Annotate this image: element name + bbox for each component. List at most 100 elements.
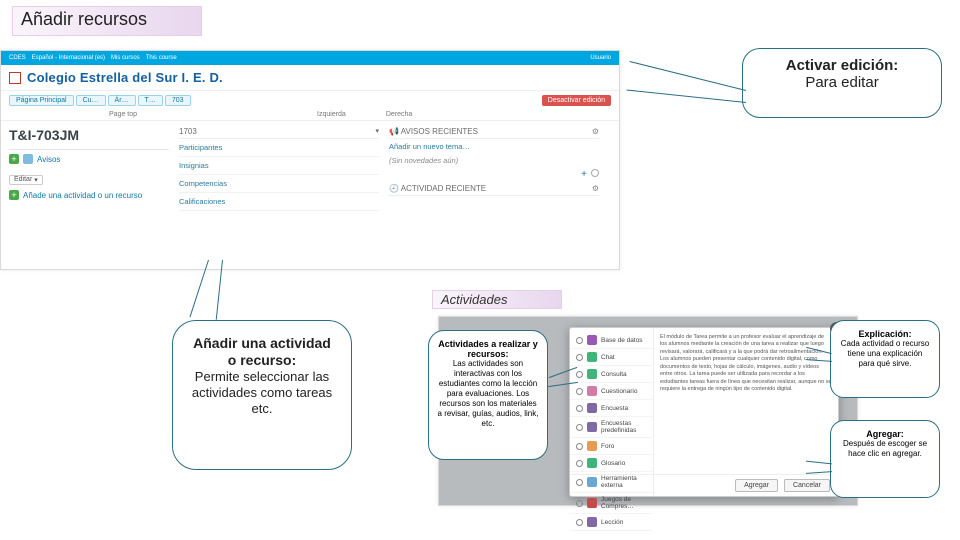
course-right-column: 📢 AVISOS RECIENTES ⚙ Añadir un nuevo tem… [389, 125, 599, 211]
agregar-button[interactable]: Agregar [735, 479, 778, 492]
activity-type-item[interactable]: Juegos de Compres… [570, 493, 653, 514]
slide-title: Añadir recursos [21, 9, 147, 29]
breadcrumb: Página Principal Cu… Ár… T… 703 [9, 95, 191, 106]
plus-icon[interactable]: + [581, 169, 587, 180]
plus-icon: + [9, 154, 19, 164]
activity-type-item[interactable]: Glosario [570, 455, 653, 472]
activity-label: Foro [601, 443, 614, 450]
course-left-column: T&I-703JM + Avisos Editar ▾ + Añade una … [9, 125, 169, 211]
block-add-row: + [389, 167, 599, 182]
brand-icon [9, 72, 21, 84]
activity-label: Lección [601, 519, 623, 526]
actividades-title: Actividades [432, 290, 562, 309]
editar-pill[interactable]: Editar ▾ [9, 175, 43, 185]
mid-item[interactable]: Competencias [179, 175, 379, 193]
callout-heading: Añadir una actividad o recurso: [189, 335, 335, 369]
radio-icon [576, 405, 583, 412]
mid-item[interactable]: Participantes [179, 139, 379, 157]
activity-label: Glosario [601, 460, 625, 467]
activity-icon [587, 403, 597, 413]
activity-icon [587, 386, 597, 396]
callout-body: Las actividades son interactivas con los… [437, 359, 539, 429]
radio-icon [576, 354, 583, 361]
activity-type-item[interactable]: Base de datos [570, 332, 653, 349]
gear-icon[interactable]: ⚙ [592, 184, 599, 193]
activity-label: Cuestionario [601, 388, 638, 395]
avisos-label: Avisos [37, 155, 60, 164]
right-head: 🕘 ACTIVIDAD RECIENTE ⚙ [389, 182, 599, 196]
plus-icon: + [9, 190, 19, 200]
desactivar-edicion-button[interactable]: Desactivar edición [542, 95, 611, 106]
activity-icon [587, 441, 597, 451]
course-mid-column: 1703▾ Participantes Insignias Competenci… [179, 125, 379, 211]
topbar-item[interactable]: Español - Internacional (es) [32, 55, 105, 61]
screenshot-moodle-course: CDES Español - Internacional (es) Mis cu… [0, 50, 620, 270]
admin-head-mid: Izquierda [317, 111, 346, 118]
topbar-item[interactable]: CDES [9, 55, 26, 61]
avisos-link[interactable]: + Avisos [9, 154, 169, 164]
activity-label: Chat [601, 354, 615, 361]
activity-label: Base de datos [601, 337, 643, 344]
activity-description: El módulo de Tarea permite a un profesor… [660, 334, 832, 470]
radio-icon [576, 460, 583, 467]
callout-anadir-actividad: Añadir una actividad o recurso: Permite … [172, 320, 352, 470]
callout-heading: Explicación: [839, 329, 931, 339]
callout-actividades-recursos: Actividades a realizar y recursos: Las a… [428, 330, 548, 460]
callout-heading: Actividades a realizar y recursos: [437, 339, 539, 359]
callout-explicacion: Explicación: Cada actividad o recurso ti… [830, 320, 940, 398]
callout-heading: Activar edición: [757, 57, 927, 74]
activity-type-item[interactable]: Foro [570, 438, 653, 455]
add-topic-link[interactable]: Añadir un nuevo tema… [389, 139, 599, 154]
radio-icon [576, 337, 583, 344]
moodle-topbar: CDES Español - Internacional (es) Mis cu… [1, 51, 619, 65]
activity-label: Consulta [601, 371, 627, 378]
crumb[interactable]: Ár… [108, 95, 136, 106]
gear-icon[interactable]: ⚙ [592, 127, 599, 136]
activity-type-item[interactable]: Chat [570, 349, 653, 366]
add-activity-label: Añade una actividad o un recurso [23, 191, 142, 200]
crumb[interactable]: 703 [165, 95, 191, 106]
topbar-item[interactable]: Mis cursos [111, 55, 140, 61]
crumb[interactable]: T… [138, 95, 163, 106]
activity-type-list: Base de datos Chat Consulta Cuestionario Enc… [570, 328, 654, 496]
callout-tail [626, 90, 746, 120]
activity-icon [587, 517, 597, 527]
circle-icon[interactable] [591, 169, 599, 177]
activity-icon [587, 458, 597, 468]
callout-body: Cada actividad o recurso tiene una expli… [839, 339, 931, 369]
topbar-user[interactable]: Usuario [590, 55, 611, 61]
activity-type-item[interactable]: Encuestas predefinidas [570, 417, 653, 438]
admin-head-left: Page top [109, 111, 137, 118]
topbar-item[interactable]: This course [146, 55, 177, 61]
course-code: T&I-703JM [9, 127, 169, 143]
activity-type-item[interactable]: Cuestionario [570, 383, 653, 400]
activity-chooser-modal: × Base de datosChatConsultaCuestionarioE… [569, 327, 839, 497]
radio-icon [576, 371, 583, 378]
activity-type-item[interactable]: Encuesta [570, 400, 653, 417]
breadcrumb-bar: Página Principal Cu… Ár… T… 703 Desactiv… [1, 91, 619, 109]
callout-activar-edicion: Activar edición: Para editar [742, 48, 942, 118]
callout-body: Para editar [757, 74, 927, 91]
forum-icon [23, 154, 33, 164]
slide-title-box: Añadir recursos [12, 6, 202, 36]
crumb[interactable]: Página Principal [9, 95, 74, 106]
activity-label: Juegos de Compres… [601, 496, 647, 510]
callout-body: Después de escoger se hace clic en agreg… [839, 439, 931, 459]
mid-head: 1703▾ [179, 125, 379, 139]
activity-icon [587, 422, 597, 432]
radio-icon [576, 500, 583, 507]
crumb[interactable]: Cu… [76, 95, 106, 106]
mid-item[interactable]: Insignias [179, 157, 379, 175]
radio-icon [576, 443, 583, 450]
brand-text: Colegio Estrella del Sur I. E. D. [27, 70, 223, 85]
activity-type-item[interactable]: Consulta [570, 366, 653, 383]
callout-heading: Agregar: [839, 429, 931, 439]
activity-icon [587, 335, 597, 345]
callout-body: Permite seleccionar las actividades como… [189, 369, 335, 418]
add-activity-link[interactable]: + Añade una actividad o un recurso [9, 190, 169, 200]
right-head: 📢 AVISOS RECIENTES ⚙ [389, 125, 599, 139]
mid-item[interactable]: Calificaciones [179, 193, 379, 211]
activity-type-item[interactable]: Lección [570, 514, 653, 531]
cancelar-button[interactable]: Cancelar [784, 479, 830, 492]
radio-icon [576, 424, 583, 431]
